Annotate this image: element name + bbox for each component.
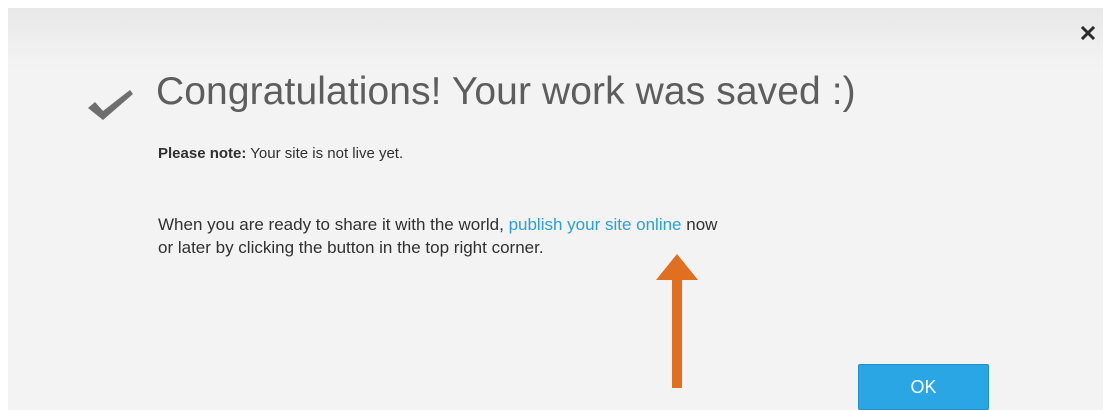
message-line-1: When you are ready to share it with the … [158, 213, 918, 236]
note-body: Your site is not live yet. [246, 145, 404, 162]
close-icon [1081, 26, 1095, 40]
message-before-link: When you are ready to share it with the … [158, 215, 509, 234]
arrow-up-icon [656, 254, 698, 388]
message-line-2: or later by clicking the button in the t… [158, 238, 544, 257]
message-after-link: now [681, 215, 718, 234]
note-text: Please note: Your site is not live yet. [158, 145, 403, 162]
check-icon [88, 90, 133, 120]
save-confirmation-dialog: Congratulations! Your work was saved :) … [8, 8, 1103, 410]
publish-site-link[interactable]: publish your site online [509, 215, 682, 234]
dialog-header-shade [8, 8, 1103, 68]
publish-message: When you are ready to share it with the … [158, 213, 918, 259]
ok-button[interactable]: OK [858, 364, 989, 410]
close-button[interactable] [1077, 22, 1099, 44]
note-label: Please note: [158, 145, 247, 162]
dialog-title: Congratulations! Your work was saved :) [156, 70, 856, 113]
